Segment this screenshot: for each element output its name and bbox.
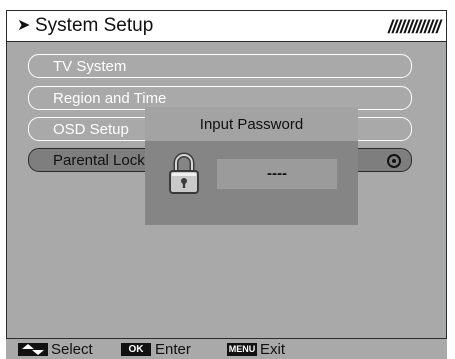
menu-key-badge: MENU (227, 343, 257, 356)
menu-item-label: OSD Setup (53, 121, 129, 138)
menu-item-tv-system[interactable]: TV System (28, 54, 412, 78)
dialog-title: Input Password (199, 116, 304, 133)
password-input[interactable]: ---- (217, 159, 337, 189)
enter-hint-label: Enter (155, 341, 191, 358)
footer-help-bar: Select OK Enter MENU Exit (6, 338, 447, 359)
menu-item-label: Parental Lock (53, 152, 145, 169)
page-title: System Setup (35, 15, 154, 36)
menu-item-label: TV System (53, 58, 127, 75)
title-bar: ➤ System Setup ///////////// (6, 10, 447, 42)
ok-key-badge: OK (121, 343, 151, 356)
screen: ➤ System Setup ///////////// TV System R… (0, 0, 455, 359)
up-down-arrows-icon (18, 343, 48, 356)
password-dialog: Input Password ---- (145, 107, 358, 225)
lock-icon (169, 152, 199, 194)
title-arrow-icon: ➤ (17, 17, 31, 34)
exit-hint-label: Exit (260, 341, 286, 358)
menu-item-label: Region and Time (53, 90, 167, 107)
radio-selected-icon (387, 154, 401, 168)
password-value: ---- (267, 165, 287, 182)
dialog-header: Input Password (145, 107, 358, 141)
select-hint-label: Select (51, 341, 93, 358)
title-decoration: ///////////// (387, 17, 441, 37)
